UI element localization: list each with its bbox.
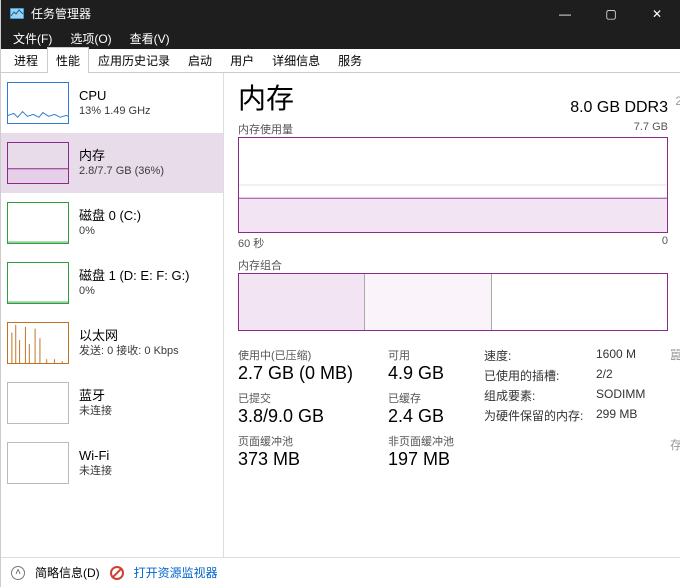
sidebar-text: 磁盘 1 (D: E: F: G:) 0% <box>79 267 190 299</box>
metrics: 使用中(已压缩) 2.7 GB (0 MB) 已提交 3.8/9.0 GB 页面… <box>238 345 668 476</box>
close-button[interactable]: ✕ <box>634 0 680 27</box>
edge-hint: 嚚 <box>670 346 680 363</box>
sidebar-item-label: 磁盘 1 (D: E: F: G:) <box>79 267 190 285</box>
detail-speed: 速度: 1600 M <box>484 347 668 364</box>
menu-options[interactable]: 选项(O) <box>62 28 119 49</box>
sidebar-item-label: CPU <box>79 87 151 105</box>
nonpaged-label: 非页面缓冲池 <box>388 433 478 449</box>
inuse-value: 2.7 GB (0 MB) <box>238 363 388 384</box>
commit-value: 3.8/9.0 GB <box>238 406 388 427</box>
sidebar: CPU 13% 1.49 GHz 内存 2.8/7.7 GB (36%) <box>1 73 224 557</box>
inuse-label: 使用中(已压缩) <box>238 347 388 363</box>
commit-label: 已提交 <box>238 390 388 406</box>
sidebar-item-bluetooth[interactable]: 蓝牙 未连接 <box>1 373 223 433</box>
sidebar-item-disk0[interactable]: 磁盘 0 (C:) 0% <box>1 193 223 253</box>
task-manager-window: 任务管理器 — ▢ ✕ 文件(F) 选项(O) 查看(V) 进程 性能 应用历史… <box>0 0 680 587</box>
detail-slots: 已使用的插槽: 2/2 <box>484 367 668 384</box>
main-pane: 内存 8.0 GB DDR3 内存使用量 7.7 GB 60 秒 0 内存组合 <box>224 73 680 557</box>
menubar: 文件(F) 选项(O) 查看(V) <box>1 27 680 49</box>
tab-processes[interactable]: 进程 <box>5 47 47 73</box>
titlebar: 任务管理器 — ▢ ✕ <box>1 0 680 27</box>
app-icon <box>9 6 25 22</box>
avail-label: 可用 <box>388 347 478 363</box>
memory-thumb <box>7 142 69 184</box>
edge-hint: 2 <box>675 94 680 108</box>
ethernet-thumb <box>7 322 69 364</box>
sidebar-item-sub: 未连接 <box>79 464 112 479</box>
tabstrip: 进程 性能 应用历史记录 启动 用户 详细信息 服务 <box>1 49 680 73</box>
sidebar-text: 蓝牙 未连接 <box>79 387 112 419</box>
paged-label: 页面缓冲池 <box>238 433 388 449</box>
sidebar-item-sub: 未连接 <box>79 404 112 419</box>
sidebar-text: CPU 13% 1.49 GHz <box>79 87 151 119</box>
footer: ˄ 简略信息(D) 打开资源监视器 <box>1 557 680 587</box>
heading: 内存 8.0 GB DDR3 <box>238 77 668 117</box>
usage-label-row: 内存使用量 7.7 GB <box>238 121 668 137</box>
xaxis: 60 秒 0 <box>238 235 668 251</box>
sidebar-item-label: 内存 <box>79 147 164 165</box>
memory-usage-graph[interactable] <box>238 137 668 233</box>
usage-label: 内存使用量 <box>238 121 293 137</box>
metrics-col-mid: 可用 4.9 GB 已缓存 2.4 GB 非页面缓冲池 197 MB <box>388 345 478 476</box>
xaxis-left: 60 秒 <box>238 235 264 251</box>
tab-details[interactable]: 详细信息 <box>263 47 329 73</box>
cached-value: 2.4 GB <box>388 406 478 427</box>
sidebar-item-disk1[interactable]: 磁盘 1 (D: E: F: G:) 0% <box>1 253 223 313</box>
disk-thumb <box>7 262 69 304</box>
tab-performance[interactable]: 性能 <box>47 47 89 73</box>
metrics-col-left: 使用中(已压缩) 2.7 GB (0 MB) 已提交 3.8/9.0 GB 页面… <box>238 345 388 476</box>
tab-apphistory[interactable]: 应用历史记录 <box>89 47 179 73</box>
tab-startup[interactable]: 启动 <box>179 47 221 73</box>
avail-value: 4.9 GB <box>388 363 478 384</box>
cpu-thumb <box>7 82 69 124</box>
tab-users[interactable]: 用户 <box>221 47 263 73</box>
slots-label-row: 内存组合 <box>238 257 668 273</box>
sidebar-item-sub: 发送: 0 接收: 0 Kbps <box>79 344 179 359</box>
sidebar-item-sub: 0% <box>79 224 141 239</box>
sidebar-item-cpu[interactable]: CPU 13% 1.49 GHz <box>1 73 223 133</box>
sidebar-item-memory[interactable]: 内存 2.8/7.7 GB (36%) <box>1 133 223 193</box>
sidebar-item-sub: 2.8/7.7 GB (36%) <box>79 164 164 179</box>
menu-view[interactable]: 查看(V) <box>122 28 178 49</box>
bluetooth-thumb <box>7 382 69 424</box>
maximize-button[interactable]: ▢ <box>588 0 634 27</box>
sidebar-item-sub: 13% 1.49 GHz <box>79 104 151 119</box>
chevron-up-icon[interactable]: ˄ <box>11 566 25 580</box>
memory-slot-graph[interactable] <box>238 273 668 331</box>
minimize-button[interactable]: — <box>542 0 588 27</box>
sidebar-text: 以太网 发送: 0 接收: 0 Kbps <box>79 327 179 359</box>
usage-max-label: 7.7 GB <box>634 121 668 137</box>
sidebar-item-sub: 0% <box>79 284 190 299</box>
content-area: CPU 13% 1.49 GHz 内存 2.8/7.7 GB (36%) <box>1 73 680 557</box>
nonpaged-value: 197 MB <box>388 449 478 470</box>
cached-label: 已缓存 <box>388 390 478 406</box>
fewer-details-link[interactable]: 简略信息(D) <box>35 564 100 581</box>
sidebar-text: 磁盘 0 (C:) 0% <box>79 207 141 239</box>
page-title: 内存 <box>238 77 294 117</box>
sidebar-item-label: 磁盘 0 (C:) <box>79 207 141 225</box>
menu-file[interactable]: 文件(F) <box>5 28 60 49</box>
detail-formfactor: 组成要素: SODIMM <box>484 387 668 404</box>
detail-hwreserved: 为硬件保留的内存: 299 MB <box>484 407 668 424</box>
sidebar-item-label: Wi-Fi <box>79 447 112 465</box>
sidebar-item-label: 以太网 <box>79 327 179 345</box>
paged-value: 373 MB <box>238 449 388 470</box>
sidebar-text: 内存 2.8/7.7 GB (36%) <box>79 147 164 179</box>
window-title: 任务管理器 <box>31 5 542 22</box>
wifi-thumb <box>7 442 69 484</box>
slots-label: 内存组合 <box>238 257 282 273</box>
sidebar-text: Wi-Fi 未连接 <box>79 447 112 479</box>
sidebar-item-label: 蓝牙 <box>79 387 112 405</box>
sidebar-item-wifi[interactable]: Wi-Fi 未连接 <box>1 433 223 493</box>
metrics-col-details: 速度: 1600 M 已使用的插槽: 2/2 组成要素: SODIMM 为硬件保… <box>478 345 668 476</box>
sidebar-item-ethernet[interactable]: 以太网 发送: 0 接收: 0 Kbps <box>1 313 223 373</box>
xaxis-right: 0 <box>662 235 668 251</box>
tab-services[interactable]: 服务 <box>329 47 371 73</box>
resmon-icon <box>110 566 124 580</box>
installed-memory: 8.0 GB DDR3 <box>570 99 668 117</box>
edge-hint: 存 <box>670 436 680 453</box>
open-resmon-link[interactable]: 打开资源监视器 <box>134 564 218 581</box>
disk-thumb <box>7 202 69 244</box>
